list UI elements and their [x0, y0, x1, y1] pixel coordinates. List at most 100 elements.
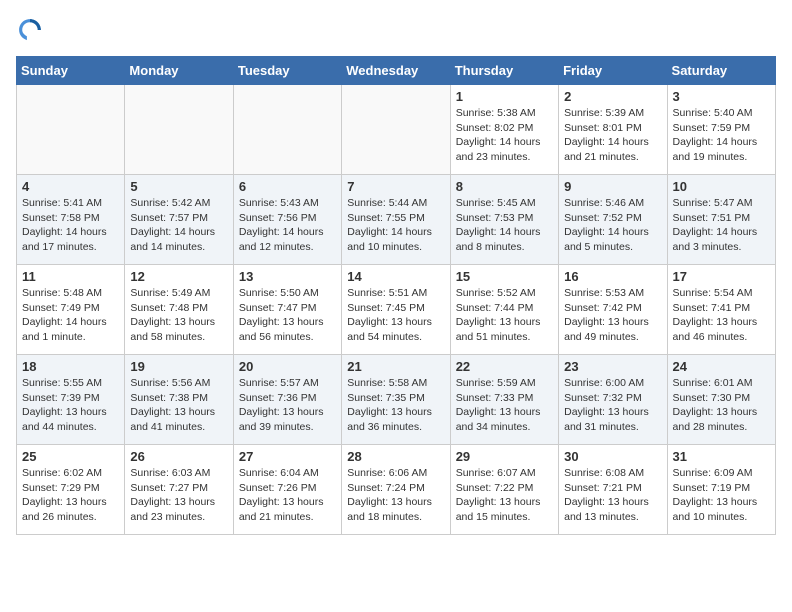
calendar-cell: 27 Sunrise: 6:04 AMSunset: 7:26 PMDayligh… — [233, 445, 341, 535]
calendar-cell: 1 Sunrise: 5:38 AMSunset: 8:02 PMDaylight… — [450, 85, 558, 175]
week-row-4: 18Sunrise: 5:55 AMSunset: 7:39 PMDayligh… — [17, 355, 776, 445]
calendar-cell: 25Sunrise: 6:02 AMSunset: 7:29 PMDayligh… — [17, 445, 125, 535]
calendar-cell: 10 Sunrise: 5:47 AMSunset: 7:51 PMDayligh… — [667, 175, 775, 265]
day-of-week-monday: Monday — [125, 57, 233, 85]
day-info: Sunrise: 6:00 AMSunset: 7:32 PMDaylight:… — [564, 376, 661, 435]
calendar-cell: 2Sunrise: 5:39 AMSunset: 8:01 PMDaylight… — [559, 85, 667, 175]
day-number: 5 — [130, 179, 227, 194]
calendar-cell: 9 Sunrise: 5:46 AMSunset: 7:52 PMDaylight… — [559, 175, 667, 265]
day-info: Sunrise: 5:47 AMSunset: 7:51 PMDaylight:… — [673, 196, 770, 255]
day-info: Sunrise: 5:46 AMSunset: 7:52 PMDaylight:… — [564, 196, 661, 255]
calendar-cell — [125, 85, 233, 175]
days-of-week-row: SundayMondayTuesdayWednesdayThursdayFrid… — [17, 57, 776, 85]
day-info: Sunrise: 6:01 AMSunset: 7:30 PMDaylight:… — [673, 376, 770, 435]
day-info: Sunrise: 5:49 AMSunset: 7:48 PMDaylight:… — [130, 286, 227, 345]
logo-icon — [16, 16, 44, 44]
day-number: 1 — [456, 89, 553, 104]
calendar-cell: 5Sunrise: 5:42 AMSunset: 7:57 PMDaylight… — [125, 175, 233, 265]
calendar-cell: 19 Sunrise: 5:56 AMSunset: 7:38 PMDayligh… — [125, 355, 233, 445]
week-row-3: 11 Sunrise: 5:48 AMSunset: 7:49 PMDayligh… — [17, 265, 776, 355]
day-number: 26 — [130, 449, 227, 464]
calendar-cell: 24 Sunrise: 6:01 AMSunset: 7:30 PMDayligh… — [667, 355, 775, 445]
day-of-week-thursday: Thursday — [450, 57, 558, 85]
day-number: 19 — [130, 359, 227, 374]
day-info: Sunrise: 5:43 AMSunset: 7:56 PMDaylight:… — [239, 196, 336, 255]
day-number: 27 — [239, 449, 336, 464]
day-number: 6 — [239, 179, 336, 194]
day-info: Sunrise: 5:48 AMSunset: 7:49 PMDaylight:… — [22, 286, 119, 345]
day-number: 24 — [673, 359, 770, 374]
calendar-cell: 28 Sunrise: 6:06 AMSunset: 7:24 PMDayligh… — [342, 445, 450, 535]
day-number: 30 — [564, 449, 661, 464]
week-row-5: 25Sunrise: 6:02 AMSunset: 7:29 PMDayligh… — [17, 445, 776, 535]
day-info: Sunrise: 5:57 AMSunset: 7:36 PMDaylight:… — [239, 376, 336, 435]
day-info: Sunrise: 5:51 AMSunset: 7:45 PMDaylight:… — [347, 286, 444, 345]
calendar-cell: 12 Sunrise: 5:49 AMSunset: 7:48 PMDayligh… — [125, 265, 233, 355]
day-info: Sunrise: 6:08 AMSunset: 7:21 PMDaylight:… — [564, 466, 661, 525]
day-of-week-saturday: Saturday — [667, 57, 775, 85]
day-number: 2 — [564, 89, 661, 104]
day-number: 15 — [456, 269, 553, 284]
day-number: 22 — [456, 359, 553, 374]
calendar-cell: 14 Sunrise: 5:51 AMSunset: 7:45 PMDayligh… — [342, 265, 450, 355]
day-number: 17 — [673, 269, 770, 284]
calendar-body: 1 Sunrise: 5:38 AMSunset: 8:02 PMDaylight… — [17, 85, 776, 535]
day-of-week-sunday: Sunday — [17, 57, 125, 85]
day-number: 9 — [564, 179, 661, 194]
week-row-2: 4 Sunrise: 5:41 AMSunset: 7:58 PMDaylight… — [17, 175, 776, 265]
calendar-cell: 30 Sunrise: 6:08 AMSunset: 7:21 PMDayligh… — [559, 445, 667, 535]
day-number: 10 — [673, 179, 770, 194]
calendar-cell: 6 Sunrise: 5:43 AMSunset: 7:56 PMDaylight… — [233, 175, 341, 265]
day-info: Sunrise: 5:53 AMSunset: 7:42 PMDaylight:… — [564, 286, 661, 345]
calendar-header: SundayMondayTuesdayWednesdayThursdayFrid… — [17, 57, 776, 85]
day-info: Sunrise: 5:40 AMSunset: 7:59 PMDaylight:… — [673, 106, 770, 165]
day-info: Sunrise: 6:04 AMSunset: 7:26 PMDaylight:… — [239, 466, 336, 525]
day-of-week-wednesday: Wednesday — [342, 57, 450, 85]
calendar-cell — [17, 85, 125, 175]
day-info: Sunrise: 5:55 AMSunset: 7:39 PMDaylight:… — [22, 376, 119, 435]
calendar-cell: 31Sunrise: 6:09 AMSunset: 7:19 PMDayligh… — [667, 445, 775, 535]
day-of-week-tuesday: Tuesday — [233, 57, 341, 85]
calendar-cell — [233, 85, 341, 175]
calendar-cell: 29Sunrise: 6:07 AMSunset: 7:22 PMDayligh… — [450, 445, 558, 535]
calendar-cell: 3 Sunrise: 5:40 AMSunset: 7:59 PMDaylight… — [667, 85, 775, 175]
calendar-cell: 18Sunrise: 5:55 AMSunset: 7:39 PMDayligh… — [17, 355, 125, 445]
day-info: Sunrise: 6:06 AMSunset: 7:24 PMDaylight:… — [347, 466, 444, 525]
calendar-cell: 16 Sunrise: 5:53 AMSunset: 7:42 PMDayligh… — [559, 265, 667, 355]
calendar-cell: 23 Sunrise: 6:00 AMSunset: 7:32 PMDayligh… — [559, 355, 667, 445]
day-number: 14 — [347, 269, 444, 284]
calendar-cell: 26Sunrise: 6:03 AMSunset: 7:27 PMDayligh… — [125, 445, 233, 535]
calendar-cell: 7 Sunrise: 5:44 AMSunset: 7:55 PMDaylight… — [342, 175, 450, 265]
calendar-cell: 11 Sunrise: 5:48 AMSunset: 7:49 PMDayligh… — [17, 265, 125, 355]
logo — [16, 16, 48, 44]
day-number: 12 — [130, 269, 227, 284]
day-info: Sunrise: 5:44 AMSunset: 7:55 PMDaylight:… — [347, 196, 444, 255]
calendar-cell: 17 Sunrise: 5:54 AMSunset: 7:41 PMDayligh… — [667, 265, 775, 355]
day-number: 3 — [673, 89, 770, 104]
day-number: 20 — [239, 359, 336, 374]
calendar-cell: 22Sunrise: 5:59 AMSunset: 7:33 PMDayligh… — [450, 355, 558, 445]
day-number: 8 — [456, 179, 553, 194]
calendar-cell: 13Sunrise: 5:50 AMSunset: 7:47 PMDayligh… — [233, 265, 341, 355]
day-number: 23 — [564, 359, 661, 374]
calendar-cell: 4 Sunrise: 5:41 AMSunset: 7:58 PMDaylight… — [17, 175, 125, 265]
day-info: Sunrise: 5:38 AMSunset: 8:02 PMDaylight:… — [456, 106, 553, 165]
day-number: 21 — [347, 359, 444, 374]
day-info: Sunrise: 6:09 AMSunset: 7:19 PMDaylight:… — [673, 466, 770, 525]
day-number: 7 — [347, 179, 444, 194]
day-info: Sunrise: 6:02 AMSunset: 7:29 PMDaylight:… — [22, 466, 119, 525]
day-number: 13 — [239, 269, 336, 284]
day-number: 4 — [22, 179, 119, 194]
page-header — [16, 16, 776, 44]
day-info: Sunrise: 5:54 AMSunset: 7:41 PMDaylight:… — [673, 286, 770, 345]
calendar-cell: 20 Sunrise: 5:57 AMSunset: 7:36 PMDayligh… — [233, 355, 341, 445]
day-number: 11 — [22, 269, 119, 284]
day-number: 16 — [564, 269, 661, 284]
calendar-table: SundayMondayTuesdayWednesdayThursdayFrid… — [16, 56, 776, 535]
week-row-1: 1 Sunrise: 5:38 AMSunset: 8:02 PMDaylight… — [17, 85, 776, 175]
day-of-week-friday: Friday — [559, 57, 667, 85]
day-info: Sunrise: 5:56 AMSunset: 7:38 PMDaylight:… — [130, 376, 227, 435]
day-info: Sunrise: 5:41 AMSunset: 7:58 PMDaylight:… — [22, 196, 119, 255]
day-info: Sunrise: 6:07 AMSunset: 7:22 PMDaylight:… — [456, 466, 553, 525]
day-number: 28 — [347, 449, 444, 464]
